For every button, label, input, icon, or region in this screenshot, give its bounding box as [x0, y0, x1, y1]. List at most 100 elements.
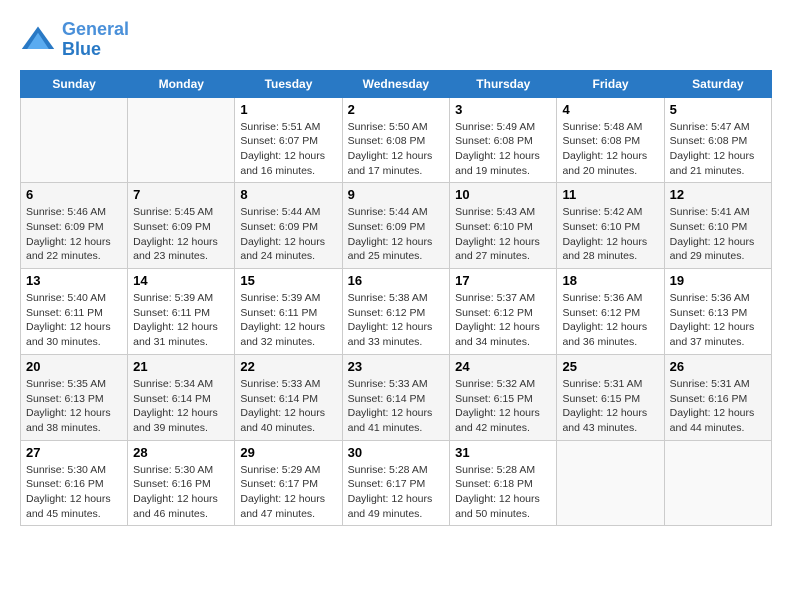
calendar-cell: [128, 97, 235, 183]
sunset-label: Sunset: 6:09 PM: [348, 221, 426, 233]
daylight-label: Daylight: 12 hours and 16 minutes.: [240, 150, 325, 177]
day-number: 8: [240, 187, 336, 202]
daylight-label: Daylight: 12 hours and 22 minutes.: [26, 236, 111, 263]
day-number: 3: [455, 102, 551, 117]
calendar-cell: 31 Sunrise: 5:28 AM Sunset: 6:18 PM Dayl…: [450, 440, 557, 526]
day-info: Sunrise: 5:48 AM Sunset: 6:08 PM Dayligh…: [562, 120, 658, 179]
calendar-cell: 23 Sunrise: 5:33 AM Sunset: 6:14 PM Dayl…: [342, 354, 450, 440]
daylight-label: Daylight: 12 hours and 29 minutes.: [670, 236, 755, 263]
sunset-label: Sunset: 6:15 PM: [455, 393, 533, 405]
calendar-cell: 15 Sunrise: 5:39 AM Sunset: 6:11 PM Dayl…: [235, 269, 342, 355]
calendar-cell: 16 Sunrise: 5:38 AM Sunset: 6:12 PM Dayl…: [342, 269, 450, 355]
day-header-wednesday: Wednesday: [342, 70, 450, 97]
day-info: Sunrise: 5:34 AM Sunset: 6:14 PM Dayligh…: [133, 377, 229, 436]
sunset-label: Sunset: 6:12 PM: [562, 307, 640, 319]
sunrise-label: Sunrise: 5:45 AM: [133, 206, 213, 218]
sunset-label: Sunset: 6:14 PM: [348, 393, 426, 405]
sunrise-label: Sunrise: 5:40 AM: [26, 292, 106, 304]
day-info: Sunrise: 5:33 AM Sunset: 6:14 PM Dayligh…: [348, 377, 445, 436]
day-info: Sunrise: 5:47 AM Sunset: 6:08 PM Dayligh…: [670, 120, 766, 179]
day-info: Sunrise: 5:28 AM Sunset: 6:17 PM Dayligh…: [348, 463, 445, 522]
sunrise-label: Sunrise: 5:33 AM: [240, 378, 320, 390]
day-number: 5: [670, 102, 766, 117]
page-header: General Blue: [20, 20, 772, 60]
day-info: Sunrise: 5:45 AM Sunset: 6:09 PM Dayligh…: [133, 205, 229, 264]
day-number: 9: [348, 187, 445, 202]
calendar-header-row: SundayMondayTuesdayWednesdayThursdayFrid…: [21, 70, 772, 97]
daylight-label: Daylight: 12 hours and 19 minutes.: [455, 150, 540, 177]
sunset-label: Sunset: 6:09 PM: [26, 221, 104, 233]
day-header-thursday: Thursday: [450, 70, 557, 97]
daylight-label: Daylight: 12 hours and 44 minutes.: [670, 407, 755, 434]
daylight-label: Daylight: 12 hours and 42 minutes.: [455, 407, 540, 434]
sunset-label: Sunset: 6:14 PM: [240, 393, 318, 405]
sunset-label: Sunset: 6:07 PM: [240, 135, 318, 147]
logo: General Blue: [20, 20, 129, 60]
week-row-5: 27 Sunrise: 5:30 AM Sunset: 6:16 PM Dayl…: [21, 440, 772, 526]
day-number: 16: [348, 273, 445, 288]
sunrise-label: Sunrise: 5:49 AM: [455, 121, 535, 133]
daylight-label: Daylight: 12 hours and 40 minutes.: [240, 407, 325, 434]
day-number: 29: [240, 445, 336, 460]
daylight-label: Daylight: 12 hours and 36 minutes.: [562, 321, 647, 348]
sunset-label: Sunset: 6:12 PM: [455, 307, 533, 319]
calendar-cell: 14 Sunrise: 5:39 AM Sunset: 6:11 PM Dayl…: [128, 269, 235, 355]
day-info: Sunrise: 5:50 AM Sunset: 6:08 PM Dayligh…: [348, 120, 445, 179]
day-info: Sunrise: 5:31 AM Sunset: 6:16 PM Dayligh…: [670, 377, 766, 436]
day-number: 17: [455, 273, 551, 288]
week-row-4: 20 Sunrise: 5:35 AM Sunset: 6:13 PM Dayl…: [21, 354, 772, 440]
week-row-3: 13 Sunrise: 5:40 AM Sunset: 6:11 PM Dayl…: [21, 269, 772, 355]
sunset-label: Sunset: 6:15 PM: [562, 393, 640, 405]
sunset-label: Sunset: 6:08 PM: [670, 135, 748, 147]
day-number: 26: [670, 359, 766, 374]
day-number: 25: [562, 359, 658, 374]
sunrise-label: Sunrise: 5:48 AM: [562, 121, 642, 133]
day-number: 6: [26, 187, 122, 202]
sunset-label: Sunset: 6:17 PM: [348, 478, 426, 490]
daylight-label: Daylight: 12 hours and 32 minutes.: [240, 321, 325, 348]
day-header-friday: Friday: [557, 70, 664, 97]
calendar-cell: 28 Sunrise: 5:30 AM Sunset: 6:16 PM Dayl…: [128, 440, 235, 526]
day-info: Sunrise: 5:38 AM Sunset: 6:12 PM Dayligh…: [348, 291, 445, 350]
sunset-label: Sunset: 6:17 PM: [240, 478, 318, 490]
sunset-label: Sunset: 6:10 PM: [562, 221, 640, 233]
week-row-1: 1 Sunrise: 5:51 AM Sunset: 6:07 PM Dayli…: [21, 97, 772, 183]
calendar-table: SundayMondayTuesdayWednesdayThursdayFrid…: [20, 70, 772, 527]
day-number: 24: [455, 359, 551, 374]
daylight-label: Daylight: 12 hours and 23 minutes.: [133, 236, 218, 263]
sunrise-label: Sunrise: 5:37 AM: [455, 292, 535, 304]
day-number: 28: [133, 445, 229, 460]
day-number: 19: [670, 273, 766, 288]
calendar-cell: 29 Sunrise: 5:29 AM Sunset: 6:17 PM Dayl…: [235, 440, 342, 526]
calendar-cell: 17 Sunrise: 5:37 AM Sunset: 6:12 PM Dayl…: [450, 269, 557, 355]
sunrise-label: Sunrise: 5:46 AM: [26, 206, 106, 218]
sunrise-label: Sunrise: 5:42 AM: [562, 206, 642, 218]
calendar-cell: 10 Sunrise: 5:43 AM Sunset: 6:10 PM Dayl…: [450, 183, 557, 269]
calendar-cell: 25 Sunrise: 5:31 AM Sunset: 6:15 PM Dayl…: [557, 354, 664, 440]
day-number: 31: [455, 445, 551, 460]
calendar-cell: 27 Sunrise: 5:30 AM Sunset: 6:16 PM Dayl…: [21, 440, 128, 526]
sunrise-label: Sunrise: 5:28 AM: [455, 464, 535, 476]
sunrise-label: Sunrise: 5:51 AM: [240, 121, 320, 133]
week-row-2: 6 Sunrise: 5:46 AM Sunset: 6:09 PM Dayli…: [21, 183, 772, 269]
calendar-cell: 6 Sunrise: 5:46 AM Sunset: 6:09 PM Dayli…: [21, 183, 128, 269]
sunrise-label: Sunrise: 5:41 AM: [670, 206, 750, 218]
sunrise-label: Sunrise: 5:39 AM: [133, 292, 213, 304]
sunset-label: Sunset: 6:09 PM: [133, 221, 211, 233]
day-info: Sunrise: 5:30 AM Sunset: 6:16 PM Dayligh…: [26, 463, 122, 522]
sunrise-label: Sunrise: 5:44 AM: [240, 206, 320, 218]
sunset-label: Sunset: 6:11 PM: [26, 307, 103, 319]
sunrise-label: Sunrise: 5:43 AM: [455, 206, 535, 218]
sunset-label: Sunset: 6:10 PM: [670, 221, 748, 233]
daylight-label: Daylight: 12 hours and 45 minutes.: [26, 493, 111, 520]
calendar-cell: 1 Sunrise: 5:51 AM Sunset: 6:07 PM Dayli…: [235, 97, 342, 183]
calendar-cell: 7 Sunrise: 5:45 AM Sunset: 6:09 PM Dayli…: [128, 183, 235, 269]
calendar-cell: 24 Sunrise: 5:32 AM Sunset: 6:15 PM Dayl…: [450, 354, 557, 440]
day-info: Sunrise: 5:51 AM Sunset: 6:07 PM Dayligh…: [240, 120, 336, 179]
day-info: Sunrise: 5:41 AM Sunset: 6:10 PM Dayligh…: [670, 205, 766, 264]
calendar-cell: 22 Sunrise: 5:33 AM Sunset: 6:14 PM Dayl…: [235, 354, 342, 440]
calendar-cell: 2 Sunrise: 5:50 AM Sunset: 6:08 PM Dayli…: [342, 97, 450, 183]
sunrise-label: Sunrise: 5:38 AM: [348, 292, 428, 304]
sunrise-label: Sunrise: 5:36 AM: [670, 292, 750, 304]
day-header-monday: Monday: [128, 70, 235, 97]
